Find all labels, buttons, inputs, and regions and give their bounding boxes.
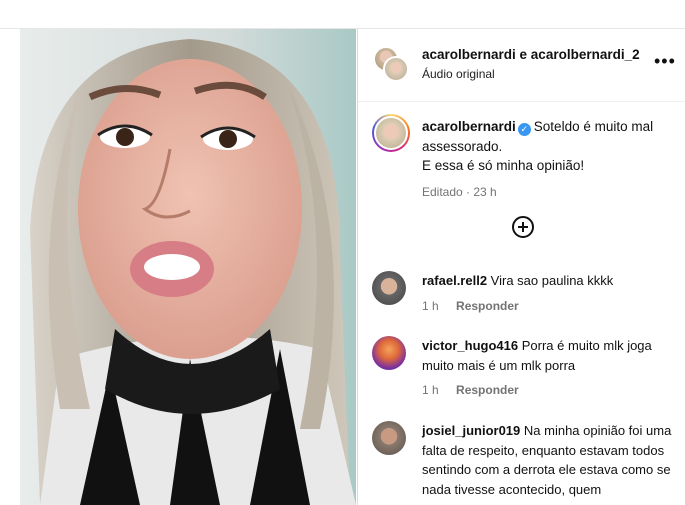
reply-button[interactable]: Responder bbox=[456, 299, 519, 313]
comment-avatar[interactable] bbox=[372, 271, 406, 305]
post-side-panel: acarolbernardi e acarolbernardi_2 Áudio … bbox=[357, 29, 685, 505]
video-frame bbox=[20, 29, 356, 505]
audio-label[interactable]: Áudio original bbox=[422, 67, 495, 81]
caption-avatar[interactable] bbox=[372, 114, 410, 152]
verified-badge-icon: ✓ bbox=[517, 123, 531, 136]
comment-avatar[interactable] bbox=[372, 421, 406, 455]
reel-video[interactable] bbox=[20, 29, 356, 505]
header-usernames[interactable]: acarolbernardi e acarolbernardi_2 bbox=[422, 47, 640, 62]
comment: victor_hugo416 Porra é muito mlk joga mu… bbox=[422, 336, 672, 375]
more-options-icon[interactable]: ••• bbox=[654, 52, 676, 70]
avatar bbox=[374, 116, 408, 150]
comment: rafael.rell2 Vira sao paulina kkkk bbox=[422, 271, 672, 291]
comment-time: 1 h bbox=[422, 299, 439, 313]
comment-meta: 1 h Responder bbox=[422, 383, 533, 397]
post-header: acarolbernardi e acarolbernardi_2 Áudio … bbox=[358, 29, 685, 102]
reply-button[interactable]: Responder bbox=[456, 383, 519, 397]
comment: josiel_junior019 Na minha opinião foi um… bbox=[422, 421, 672, 499]
top-bar bbox=[0, 0, 685, 29]
comment-avatar[interactable] bbox=[372, 336, 406, 370]
comment-username[interactable]: victor_hugo416 bbox=[422, 338, 518, 353]
caption-text-line2: E essa é só minha opinião! bbox=[422, 158, 585, 173]
comment-time: 1 h bbox=[422, 383, 439, 397]
comment-username[interactable]: rafael.rell2 bbox=[422, 273, 487, 288]
caption-username[interactable]: acarolbernardi bbox=[422, 119, 516, 134]
add-comment-icon[interactable] bbox=[512, 216, 534, 238]
avatar bbox=[383, 56, 409, 82]
collab-avatars[interactable] bbox=[373, 46, 409, 82]
comment-meta: 1 h Responder bbox=[422, 299, 533, 313]
comment-text: Vira sao paulina kkkk bbox=[490, 273, 614, 288]
comment-username[interactable]: josiel_junior019 bbox=[422, 423, 520, 438]
caption: acarolbernardi ✓ Soteldo é muito mal asses… bbox=[422, 117, 672, 202]
caption-meta: Editado · 23 h bbox=[422, 184, 497, 199]
collab-usernames[interactable]: acarolbernardi e acarolbernardi_2 bbox=[422, 47, 640, 62]
